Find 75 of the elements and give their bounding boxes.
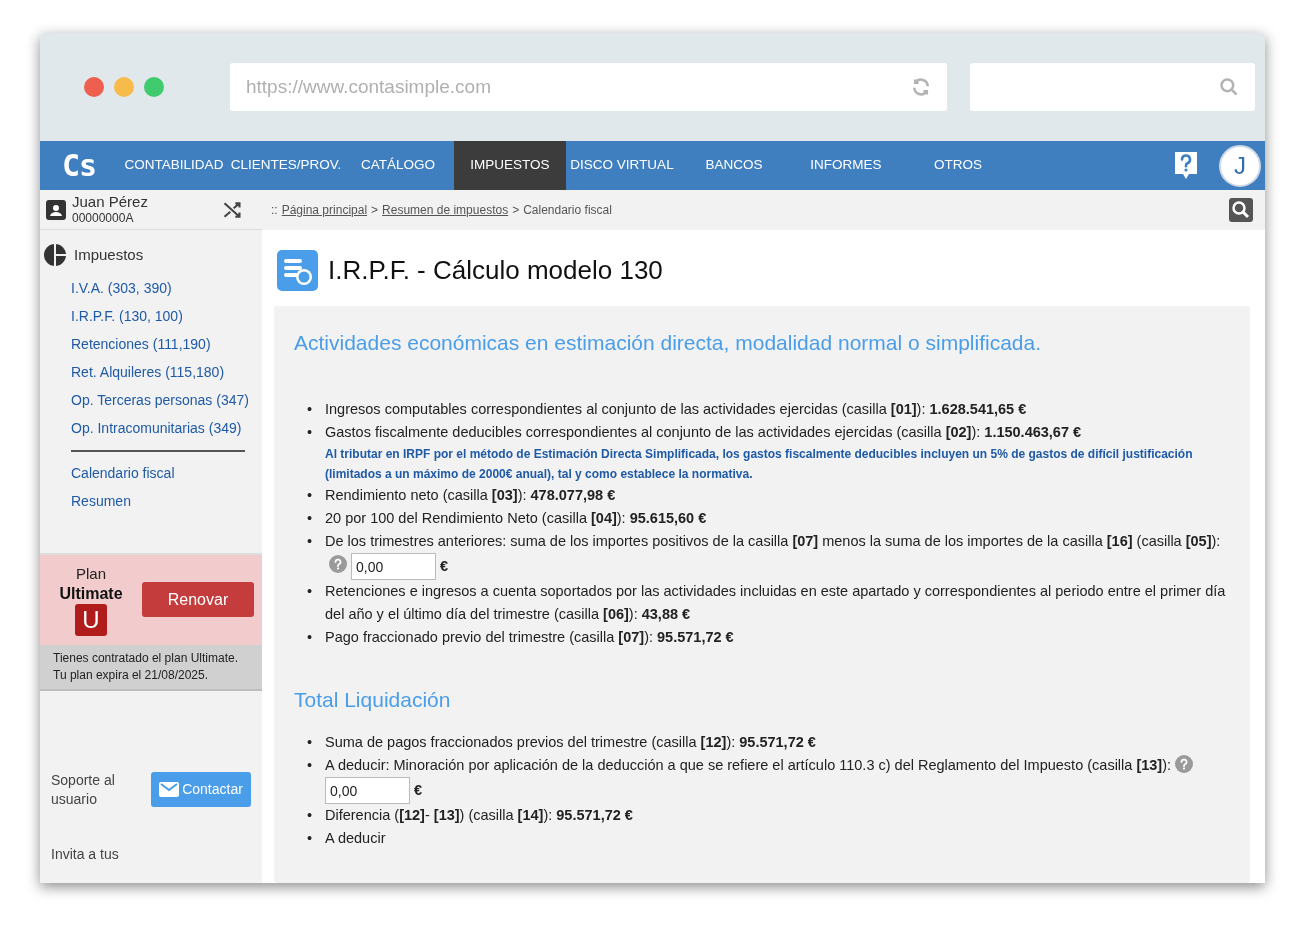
item-text: Retenciones e ingresos a cuenta soportados por las actividades incluidas en este apartado y correspondientes al periodo entre el primer día del año y el último día del trimestre (casilla [06]): 43,88 € bbox=[325, 583, 1226, 622]
breadcrumb-separator: > bbox=[512, 202, 520, 219]
section-title: Impuestos bbox=[74, 245, 144, 265]
nav-tab[interactable]: BANCOS bbox=[678, 141, 790, 190]
item-text: Rendimiento neto (casilla [03]): 478.077,98 € bbox=[325, 487, 616, 503]
item-text: Suma de pagos fraccionados previos del trimestre (casilla [12]): 95.571,72 € bbox=[325, 734, 816, 750]
nav-tab[interactable]: CLIENTES/PROV. bbox=[230, 141, 342, 190]
sidebar-link[interactable]: I.V.A. (303, 390) bbox=[71, 276, 251, 300]
plan-badge: U bbox=[75, 603, 107, 636]
sidebar-link[interactable]: Resumen bbox=[71, 489, 251, 513]
item-text: 20 por 100 del Rendimiento Neto (casilla [04]): 95.615,60 € bbox=[325, 510, 707, 526]
breadcrumb-link[interactable]: Resumen de impuestos bbox=[382, 201, 509, 219]
logo[interactable]: Cs bbox=[40, 141, 118, 190]
help-icon[interactable] bbox=[1175, 755, 1194, 773]
item-text: Ingresos computables correspondientes al conjunto de las actividades ejercidas (casilla [01]): 1.628.541,65 € bbox=[325, 401, 1027, 417]
bullet: • bbox=[307, 829, 313, 848]
plan-note: Tienes contratado el plan Ultimate. bbox=[53, 649, 239, 667]
nav-tab[interactable]: DISCO VIRTUAL bbox=[566, 141, 678, 190]
breadcrumb-separator: > bbox=[371, 202, 379, 219]
bullet: • bbox=[307, 806, 313, 825]
unit-label: € bbox=[440, 557, 449, 576]
breadcrumb-prefix: :: bbox=[271, 202, 278, 219]
item-text: Gastos fiscalmente deducibles correspondientes al conjunto de las actividades ejercidas (casilla [02]): 1.150.463,67 € bbox=[325, 424, 1082, 440]
breadcrumb-link[interactable]: Página principal bbox=[281, 201, 368, 219]
bullet: • bbox=[307, 532, 313, 551]
nav-tab[interactable]: IMPUESTOS bbox=[454, 141, 566, 190]
item-text: Diferencia ([12]- [13]) (casilla [14]): 95.571,72 € bbox=[325, 807, 633, 823]
user-id: 00000000A bbox=[72, 209, 135, 227]
support-label: Soporte al usuario bbox=[51, 770, 116, 809]
bullet: • bbox=[307, 509, 313, 528]
bullet: • bbox=[307, 486, 313, 505]
sidebar-link[interactable]: Op. Intracomunitarias (349) bbox=[71, 416, 251, 440]
plan-label: Plan bbox=[76, 563, 106, 584]
plan-note: Tu plan expira el 21/08/2025. bbox=[53, 666, 209, 684]
section-heading: Total Liquidación bbox=[294, 687, 452, 713]
bullet: • bbox=[307, 400, 313, 419]
coins-icon bbox=[277, 250, 318, 291]
item-text: A deducir bbox=[325, 830, 386, 846]
mail-icon bbox=[159, 782, 180, 797]
amount-field[interactable]: 0,00 bbox=[351, 553, 436, 580]
sidebar-link[interactable]: I.R.P.F. (130, 100) bbox=[71, 304, 251, 328]
page-title: I.R.P.F. - Cálculo modelo 130 bbox=[328, 254, 663, 287]
avatar[interactable]: J bbox=[1219, 144, 1261, 187]
amount-field[interactable]: 0,00 bbox=[325, 777, 410, 804]
shuffle-icon[interactable] bbox=[222, 199, 242, 220]
note-text: Al tributar en IRPF por el método de Estimación Directa Simplificada, los gastos fiscalmente deducibles incluyen un 5% de gastos de difícil justificación (limitados a un máximo de 2000€ anual), tal y como establece la normativa. bbox=[325, 446, 1194, 483]
pie-chart-icon bbox=[44, 244, 66, 267]
reload-icon[interactable] bbox=[911, 77, 931, 97]
user-name: Juan Pérez bbox=[72, 192, 149, 210]
breadcrumb-current: Calendario fiscal bbox=[523, 202, 612, 219]
section-heading: Actividades económicas en estimación directa, modalidad normal o simplificada. bbox=[294, 330, 1043, 356]
bullet: • bbox=[307, 423, 313, 442]
bullet: • bbox=[307, 756, 313, 775]
sidebar-link[interactable]: Retenciones (111,190) bbox=[71, 332, 251, 356]
nav-tab[interactable]: OTROS bbox=[902, 141, 1014, 190]
unit-label: € bbox=[414, 781, 423, 800]
sidebar-link[interactable]: Calendario fiscal bbox=[71, 461, 251, 485]
bullet: • bbox=[307, 582, 313, 601]
sidebar-link[interactable]: Ret. Alquileres (115,180) bbox=[71, 360, 251, 384]
bullet: • bbox=[307, 628, 313, 647]
item-text: A deducir: Minoración por aplicación de la deducción a que se refiere el artículo 110.3 c) del Reglamento del Impuesto (casilla [13]): bbox=[325, 757, 1172, 773]
sidebar-link[interactable]: Op. Terceras personas (347) bbox=[71, 388, 251, 412]
item-text: De los trimestres anteriores: suma de los importes positivos de la casilla [07] menos la suma de los importes de la casilla [16] (casilla [05]): bbox=[325, 533, 1221, 549]
bullet: • bbox=[307, 733, 313, 752]
invite-label: Invita a tus bbox=[50, 844, 120, 863]
search-icon[interactable] bbox=[1229, 198, 1253, 222]
plan-name: Ultimate bbox=[59, 583, 123, 604]
contact-card-icon bbox=[46, 199, 66, 220]
nav-tab[interactable]: CONTABILIDAD bbox=[118, 141, 230, 190]
nav-tab[interactable]: INFORMES bbox=[790, 141, 902, 190]
nav-tab[interactable]: CATÁLOGO bbox=[342, 141, 454, 190]
help-icon[interactable] bbox=[329, 555, 347, 574]
item-text: Pago fraccionado previo del trimestre (casilla [07]): 95.571,72 € bbox=[325, 629, 734, 645]
renew-button[interactable]: Renovar bbox=[142, 582, 254, 617]
help-icon[interactable] bbox=[1173, 150, 1199, 181]
